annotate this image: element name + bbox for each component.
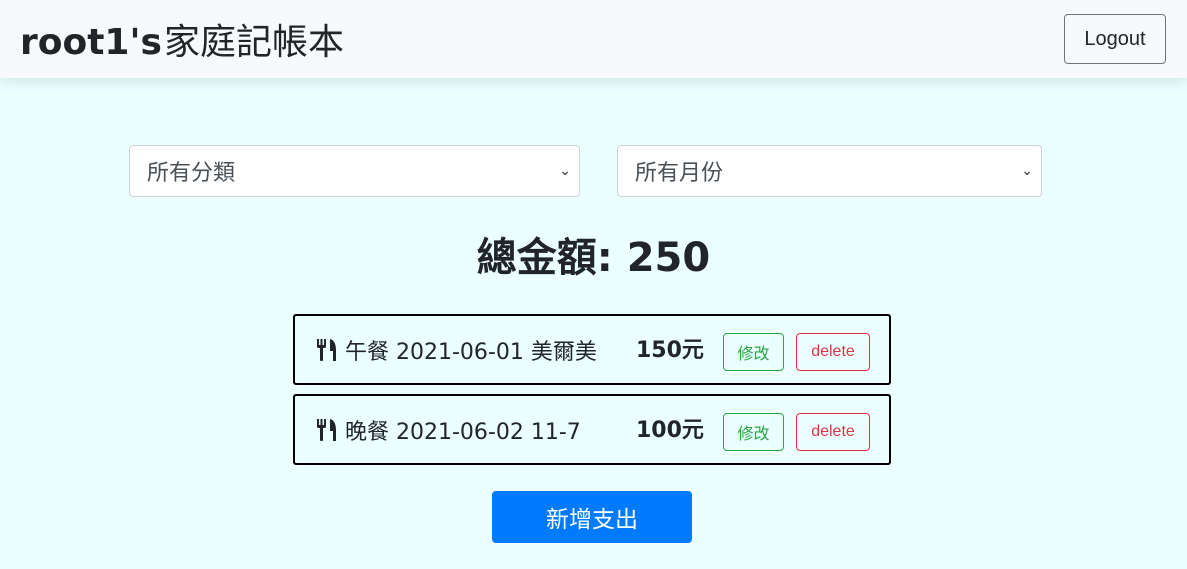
chevron-down-icon: ⌄ <box>559 163 571 179</box>
app-title-name: 家庭記帳本 <box>163 22 344 63</box>
add-expense-button[interactable]: 新增支出 <box>492 491 692 543</box>
total-amount: 總金額: 250 <box>476 235 711 281</box>
month-select-value: 所有月份 <box>635 161 724 186</box>
record-description: 晚餐 2021-06-02 11-7 <box>345 419 581 445</box>
category-select-value: 所有分類 <box>147 161 236 186</box>
utensils-icon <box>316 418 338 442</box>
record-item: 晚餐 2021-06-02 11-7 100元 修改 delete <box>293 394 891 465</box>
record-item: 午餐 2021-06-01 美爾美 150元 修改 delete <box>293 314 891 385</box>
logout-button[interactable]: Logout <box>1064 14 1166 64</box>
record-amount: 150元 <box>636 338 704 363</box>
chevron-down-icon: ⌄ <box>1021 163 1033 179</box>
edit-button[interactable]: 修改 <box>723 333 784 371</box>
month-select[interactable]: 所有月份 ⌄ <box>617 145 1042 197</box>
utensils-icon <box>316 338 338 362</box>
app-title[interactable]: root1's 家庭記帳本 <box>20 13 344 65</box>
edit-button[interactable]: 修改 <box>723 413 784 451</box>
record-amount: 100元 <box>636 418 704 443</box>
category-select[interactable]: 所有分類 ⌄ <box>129 145 580 197</box>
app-title-user: root1's <box>20 22 162 63</box>
delete-button[interactable]: delete <box>796 413 870 451</box>
navbar: root1's 家庭記帳本 Logout <box>0 0 1187 78</box>
record-description: 午餐 2021-06-01 美爾美 <box>345 339 597 365</box>
delete-button[interactable]: delete <box>796 333 870 371</box>
